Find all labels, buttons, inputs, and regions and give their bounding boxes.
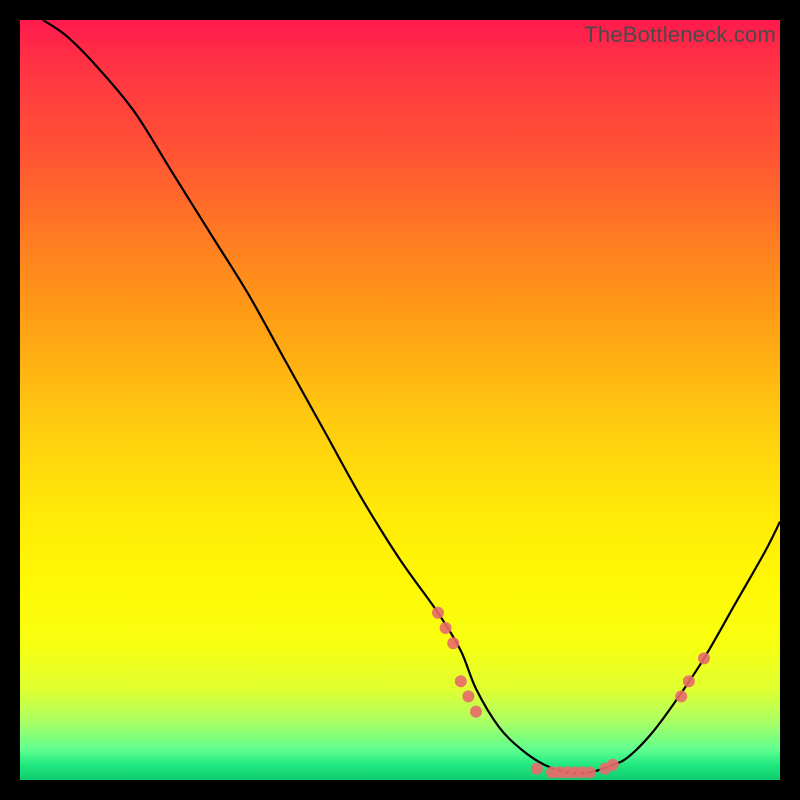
data-marker [455,675,467,687]
data-marker [440,622,452,634]
data-marker [462,690,474,702]
bottleneck-curve [43,20,780,773]
data-marker [531,763,543,775]
data-marker [584,766,596,778]
watermark-text: TheBottleneck.com [584,22,776,48]
data-marker [432,607,444,619]
data-marker [698,652,710,664]
data-marker [447,637,459,649]
data-marker [675,690,687,702]
data-marker [607,759,619,771]
curve-layer [20,20,780,780]
plot-area: TheBottleneck.com [20,20,780,780]
data-marker [683,675,695,687]
data-markers [432,607,710,779]
data-marker [470,706,482,718]
chart-frame: TheBottleneck.com [20,20,780,780]
